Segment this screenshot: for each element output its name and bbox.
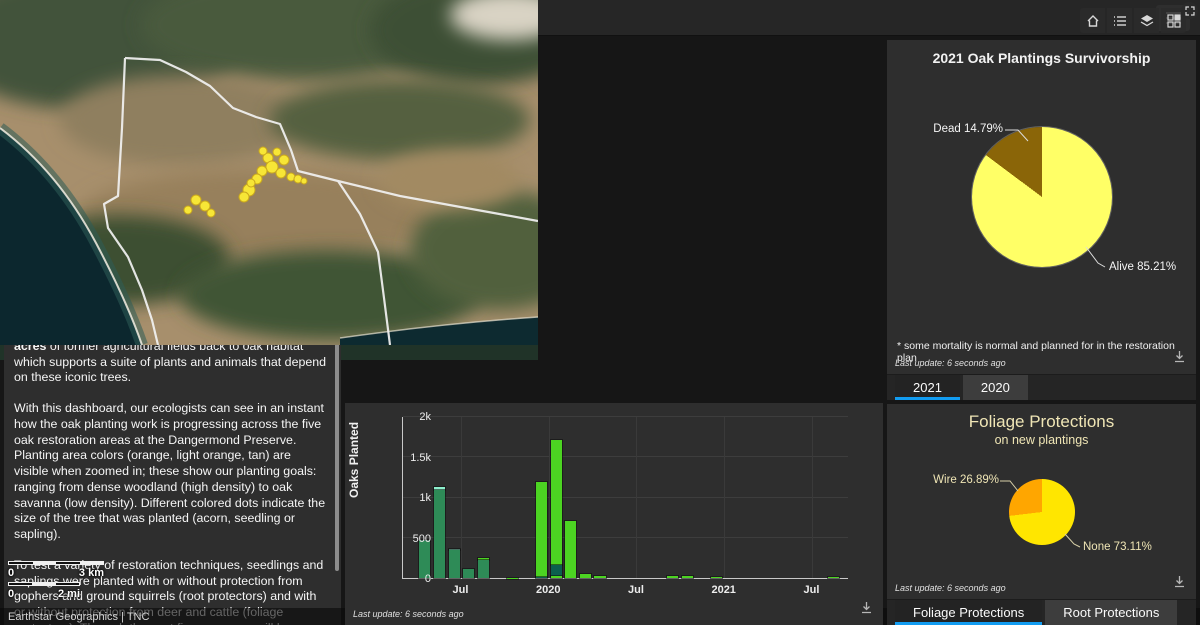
x-tick-label: 2020 [518,584,578,596]
bar-2020-02[interactable] [565,417,576,578]
bar-2019-06[interactable] [449,417,460,578]
y-tick-label: 2k [391,411,431,423]
foliage-pie[interactable] [1009,479,1075,545]
download-icon[interactable] [1173,575,1186,593]
bar-2019-07[interactable] [463,417,474,578]
y-tick-label: 1k [391,492,431,504]
protection-tabbar: Foliage Protections Root Protections [887,599,1196,625]
bar-2020-03[interactable] [580,417,591,578]
bar-2020-10[interactable] [682,417,693,578]
bar-2019-12[interactable] [536,417,547,578]
survivorship-pie[interactable] [972,127,1112,267]
tab-root-protections[interactable]: Root Protections [1045,600,1177,625]
tab-2021[interactable]: 2021 [895,375,960,400]
planting-dot[interactable] [247,179,255,187]
planting-dot[interactable] [191,195,201,205]
foliage-subtitle: on new plantings [887,433,1196,447]
gridline [724,417,725,578]
pie-label-wire: Wire 26.89% [895,474,999,486]
chart-last-update: Last update: 6 seconds ago [353,609,464,619]
gridline [636,417,637,578]
satellite-map[interactable] [0,0,538,345]
bar-2019-05[interactable] [434,417,445,578]
planting-dot[interactable] [184,206,192,214]
x-tick-label: 2021 [694,584,754,596]
survivorship-title: 2021 Oak Plantings Survivorship [887,40,1196,66]
bar-2019-10[interactable] [507,417,518,578]
foliage-panel: Foliage Protections on new plantings Wir… [887,404,1196,625]
planting-dot[interactable] [301,178,307,184]
pie-label-none: None 73.11% [1083,541,1152,553]
bar-chart-plot[interactable] [402,417,848,579]
planting-dot[interactable] [279,155,289,165]
x-tick-label: Jul [606,584,666,596]
oaks-planted-chart-panel: Oaks Planted 0 500 1k 1.5k 2k Jul 2020 Jul 2021… [345,403,883,625]
bar-2020-01[interactable] [551,417,562,578]
download-icon[interactable] [1173,350,1186,368]
x-tick-label: Jul [781,584,841,596]
description-scrollbar[interactable] [335,319,339,571]
pie-label-dead: Dead 14.79% [903,123,1003,135]
planting-dot[interactable] [273,148,281,156]
bar-2020-09[interactable] [667,417,678,578]
foliage-title: Foliage Protections [887,404,1196,432]
survivorship-panel: 2021 Oak Plantings Survivorship Dead 14.… [887,40,1196,400]
bar-2020-12[interactable] [711,417,722,578]
foliage-last-update: Last update: 6 seconds ago [895,583,1006,593]
x-tick-label: Jul [430,584,490,596]
planting-dot[interactable] [259,147,267,155]
paragraph: With this dashboard, our ecologists can … [14,401,327,543]
bar-2020-04[interactable] [594,417,605,578]
y-axis-title: Oaks Planted [347,422,361,498]
planting-dot[interactable] [239,192,249,202]
gridline [812,417,813,578]
pie-label-alive: Alive 85.21% [1109,261,1176,273]
y-tick-label: 1.5k [391,452,431,464]
bar-2019-08[interactable] [478,417,489,578]
y-tick-label: 0 [391,573,431,585]
survivorship-last-update: Last update: 6 seconds ago [895,358,1006,368]
planting-dot[interactable] [207,209,215,217]
year-tabbar: 2021 2020 [887,374,1196,400]
tab-2020[interactable]: 2020 [963,375,1028,400]
tab-foliage-protections[interactable]: Foliage Protections [895,600,1042,625]
map-panel[interactable]: 03 km 02 mi + − Earthstar Geographics | … [0,0,538,360]
planting-dot[interactable] [276,168,286,178]
dashboard: The Dangermond Preserve - Oak Restoratio… [0,0,1200,625]
bar-2021-08[interactable] [828,417,839,578]
y-tick-label: 500 [391,533,431,545]
download-icon[interactable] [860,601,873,619]
